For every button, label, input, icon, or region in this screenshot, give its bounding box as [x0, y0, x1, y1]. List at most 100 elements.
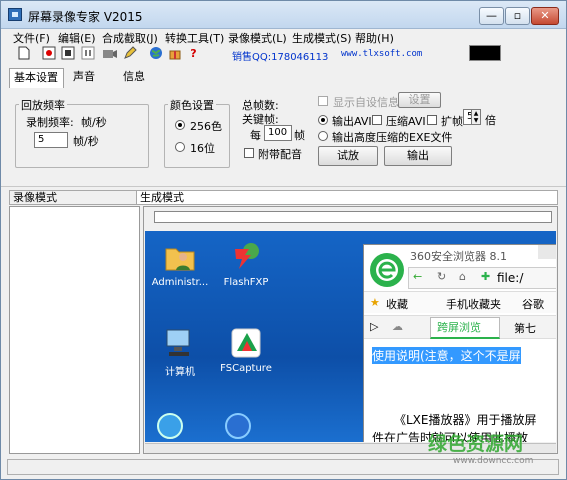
- menu-compose[interactable]: 合成截取(J): [102, 30, 158, 46]
- bookmark-mobile[interactable]: 手机收藏夹: [446, 296, 501, 312]
- close-button[interactable]: ✕: [531, 7, 559, 25]
- output-avi-radio[interactable]: [318, 115, 328, 125]
- expand-frame-spinner[interactable]: ▲ ▼: [471, 109, 481, 125]
- preview-swatch: [469, 45, 501, 61]
- generate-panel: Administr... FlashFXP 计算机 FSCapture 360安…: [143, 206, 558, 454]
- fscapture-icon: [229, 327, 263, 359]
- browser-tab[interactable]: 第七: [514, 320, 536, 336]
- menu-edit[interactable]: 编辑(E): [58, 30, 96, 46]
- desktop-icon-flashfxp: FlashFXP: [213, 241, 279, 288]
- browser-tab-active[interactable]: 跨屏浏览: [430, 317, 500, 339]
- record-rate-label: 录制频率:: [26, 116, 74, 129]
- new-file-icon[interactable]: [15, 46, 32, 62]
- desktop-icon-fscapture: FSCapture: [213, 327, 279, 374]
- cloud-icon[interactable]: ☁: [392, 320, 403, 333]
- user-folder-icon: [163, 241, 197, 273]
- pause-icon[interactable]: [79, 46, 96, 62]
- section-divider: [1, 186, 566, 187]
- color-settings-group: [164, 104, 230, 168]
- bookmark-google[interactable]: 谷歌: [522, 296, 544, 312]
- minimize-button[interactable]: —: [479, 7, 504, 25]
- browser-title: 360安全浏览器 8.1: [410, 250, 507, 263]
- desktop-icon-computer: 计算机: [147, 327, 213, 378]
- desktop-icon-label: 计算机: [165, 367, 195, 378]
- browser-body-text: 《LXE播放器》用于播放屏: [394, 413, 537, 427]
- browser-tab-bar: ▷ ☁ 跨屏浏览 第七: [364, 315, 556, 339]
- compress-avi-label: 压缩AVI: [386, 115, 426, 128]
- show-info-checkbox[interactable]: [318, 96, 328, 106]
- browser-window-controls[interactable]: [538, 245, 556, 259]
- back-arrow-icon[interactable]: ←: [413, 270, 422, 283]
- browser-logo-icon: [370, 253, 404, 287]
- address-bar[interactable]: file:/: [497, 271, 523, 285]
- rate-unit: 帧/秒: [73, 135, 99, 148]
- compress-avi-checkbox[interactable]: [372, 115, 382, 125]
- watermark-text: 绿色资源网: [428, 433, 524, 455]
- bookmark-favorites[interactable]: 收藏: [386, 296, 408, 312]
- attach-audio-checkbox[interactable]: [244, 148, 254, 158]
- menu-record-mode[interactable]: 录像模式(L): [228, 30, 287, 46]
- expand-frame-checkbox[interactable]: [427, 115, 437, 125]
- refresh-icon[interactable]: ↻: [437, 270, 446, 283]
- sales-qq: 销售QQ:178046113: [232, 52, 329, 63]
- star-icon: ★: [370, 296, 380, 309]
- settings-button[interactable]: 设置: [398, 92, 441, 108]
- camera-icon[interactable]: [101, 46, 118, 62]
- output-avi-label: 输出AVI: [332, 115, 372, 128]
- app-icon: [8, 8, 22, 21]
- tab-basic-settings[interactable]: 基本设置: [9, 68, 64, 88]
- record-file-list[interactable]: [9, 206, 140, 454]
- output-exe-radio[interactable]: [318, 131, 328, 141]
- expand-frame-label: 扩帧: [441, 115, 463, 128]
- output-exe-label: 输出高度压缩的EXE文件: [332, 131, 453, 144]
- menu-convert[interactable]: 转换工具(T): [165, 30, 224, 46]
- globe-icon[interactable]: [147, 46, 164, 62]
- watermark-url: www.downcc.com: [453, 456, 534, 466]
- menu-file[interactable]: 文件(F): [13, 30, 50, 46]
- title-bar[interactable]: 屏幕录像专家 V2015 — ▫ ✕: [1, 1, 566, 29]
- tab-info[interactable]: 信息: [119, 68, 149, 88]
- website-link[interactable]: www.tlxsoft.com: [341, 49, 422, 59]
- playback-rate-label: 回放频率: [19, 97, 67, 113]
- generate-mode-header[interactable]: 生成模式: [136, 190, 558, 205]
- stop-icon[interactable]: [59, 46, 76, 62]
- color-16bit-label: 16位: [190, 142, 215, 155]
- export-button[interactable]: 输出: [384, 146, 452, 166]
- gift-icon[interactable]: [166, 46, 183, 62]
- browser-icon: [225, 413, 251, 439]
- color-256-label: 256色: [190, 120, 222, 133]
- timeline-ruler[interactable]: [154, 211, 552, 223]
- menu-help[interactable]: 帮助(H): [355, 30, 394, 46]
- selected-text: 使用说明(注意，这个不是屏: [372, 347, 521, 364]
- home-icon[interactable]: ⌂: [459, 270, 466, 283]
- desktop-icon-admin: Administr...: [147, 241, 213, 288]
- shield-icon: ✚: [481, 270, 491, 283]
- globe-icon: [157, 413, 183, 439]
- play-test-button[interactable]: 试放: [318, 146, 378, 166]
- help-icon[interactable]: ?: [185, 46, 202, 62]
- desktop-icon-label: Administr...: [151, 277, 209, 288]
- record-icon[interactable]: [40, 46, 57, 62]
- menu-bar: 文件(F) 编辑(E) 合成截取(J) 转换工具(T) 录像模式(L) 生成模式…: [1, 29, 566, 46]
- pen-icon[interactable]: [121, 46, 138, 62]
- frame-unit: 帧: [294, 129, 305, 142]
- restore-button[interactable]: ▫: [505, 7, 530, 25]
- computer-icon: [163, 327, 197, 359]
- menu-generate-mode[interactable]: 生成模式(S): [292, 30, 352, 46]
- keyframe-input[interactable]: 100: [264, 125, 292, 141]
- show-info-label: 显示自设信息: [333, 96, 399, 109]
- color-16bit-radio[interactable]: [175, 142, 185, 152]
- bookmark-bar: ★ 收藏 手机收藏夹 谷歌: [364, 291, 556, 313]
- desktop-preview: Administr... FlashFXP 计算机 FSCapture 360安…: [145, 231, 556, 442]
- record-mode-header[interactable]: 录像模式: [9, 190, 140, 205]
- color-256-radio[interactable]: [175, 120, 185, 130]
- tab-sound[interactable]: 声音: [69, 68, 99, 88]
- browser-window: 360安全浏览器 8.1 ← ↻ ⌂ ✚ file:/ ★ 收藏 手机收藏夹 谷…: [363, 244, 556, 442]
- rate-input[interactable]: 5: [34, 132, 68, 148]
- desktop-icon-label: FSCapture: [220, 363, 272, 374]
- flashfxp-icon: [229, 241, 263, 273]
- record-rate-unit: 帧/秒: [81, 116, 107, 129]
- sidebar-toggle-icon[interactable]: ▷: [370, 320, 378, 333]
- times-label: 倍: [485, 114, 496, 127]
- attach-audio-label: 附带配音: [258, 148, 302, 161]
